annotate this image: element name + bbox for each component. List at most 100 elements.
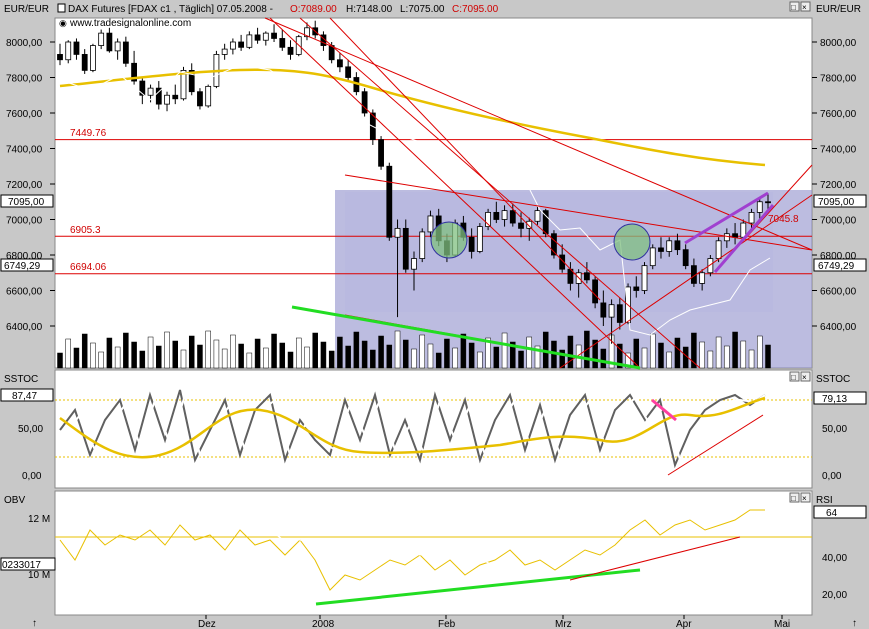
candle	[197, 91, 203, 107]
candle	[600, 302, 607, 318]
volume-bar	[328, 350, 335, 369]
volume-bar	[312, 332, 318, 369]
volume-bar	[106, 337, 113, 369]
candle	[419, 231, 426, 259]
marker-right: 6749,29	[818, 261, 855, 272]
volume-bar	[337, 336, 343, 369]
price-axis-right: 8000,00 7800,00 7600,00 7400,00 7200,00 7000,…	[812, 38, 857, 333]
candle	[509, 210, 516, 224]
candle	[427, 215, 434, 233]
volume-bar	[403, 339, 409, 369]
candle	[386, 165, 393, 238]
svg-text:×: ×	[802, 3, 807, 12]
volume-bar	[477, 351, 483, 369]
volume-bar	[188, 335, 195, 369]
candle	[229, 41, 236, 50]
candle	[649, 247, 656, 267]
svg-text:□: □	[791, 494, 796, 503]
obv-title: OBV	[4, 495, 25, 506]
candle	[411, 258, 417, 270]
svg-text:×: ×	[802, 494, 807, 503]
candle	[641, 265, 648, 291]
obv-value: 0233017	[2, 560, 41, 571]
volume-bar	[147, 336, 154, 369]
volume-bar	[518, 350, 524, 369]
volume-bar	[649, 333, 656, 369]
candle	[254, 34, 261, 41]
instrument-icon[interactable]	[57, 3, 66, 13]
volume-bar	[238, 343, 244, 369]
candle	[65, 41, 72, 61]
price-tick-right: 6600,00	[820, 287, 857, 298]
candle	[81, 54, 88, 71]
volume-bar	[139, 350, 146, 369]
volume-bar	[180, 349, 187, 369]
candle	[90, 45, 96, 71]
candle	[633, 286, 640, 291]
price-tick-left: 6400,00	[6, 322, 43, 333]
volume-bar	[666, 351, 672, 369]
volume-bar	[230, 334, 236, 369]
volume-bar	[378, 335, 384, 369]
price-tick-right: 7600,00	[820, 109, 857, 120]
scroll-arrow-up-left[interactable]: ↑	[32, 618, 37, 629]
candle	[262, 32, 269, 41]
volume-bar	[633, 338, 640, 369]
volume-bar	[361, 340, 368, 369]
candle	[172, 94, 179, 100]
volume-bar	[320, 341, 327, 369]
stoch-tick-right-0: 0,00	[822, 471, 842, 482]
volume-bar	[748, 349, 755, 369]
close-value: C:7095.00	[452, 4, 499, 15]
volume-bar	[263, 347, 269, 369]
volume-bar	[740, 340, 747, 369]
watermark-text: www.tradesignalonline.com	[69, 18, 191, 29]
volume-bar	[493, 346, 500, 369]
volume-bar	[674, 337, 681, 369]
volume-bar	[757, 335, 763, 369]
candle	[122, 41, 129, 64]
candle	[756, 201, 763, 213]
high-value: H:7148.00	[346, 4, 393, 15]
volume-bar	[221, 348, 228, 369]
volume-bar	[419, 334, 425, 369]
obv-tick-10m: 10 M	[28, 570, 50, 581]
volume-bar	[411, 348, 417, 369]
candle	[468, 236, 475, 252]
level-label-1: 7449.76	[70, 128, 107, 139]
currency-left: EUR/EUR	[4, 4, 49, 15]
level-label-3: 6694.06	[70, 262, 107, 273]
candle	[682, 249, 689, 267]
scroll-arrow-up-right[interactable]: ↑	[852, 618, 857, 629]
candle	[378, 139, 384, 167]
candle	[402, 227, 409, 270]
volume-bar	[197, 344, 203, 369]
price-tick-right: 6400,00	[820, 322, 857, 333]
rsi-title: RSI	[816, 495, 833, 506]
volume-bar	[246, 352, 253, 369]
volume-bar	[394, 330, 401, 369]
candle	[732, 233, 738, 238]
price-tick-left: 8000,00	[6, 38, 43, 49]
candle	[147, 87, 154, 96]
volume-bar	[90, 342, 96, 369]
volume-bar	[172, 340, 179, 369]
x-axis-label: Feb	[438, 619, 456, 629]
rsi-tick-40: 40,00	[822, 553, 847, 564]
stoch-value-left: 87,47	[12, 391, 37, 402]
price-tick-right: 7200,00	[820, 180, 857, 191]
volume-bar	[386, 344, 393, 369]
price-tick-right: 7800,00	[820, 74, 857, 85]
price-tick-left: 7400,00	[6, 145, 43, 156]
last-price-left: 7095,00	[8, 197, 45, 208]
candle	[476, 226, 483, 252]
candle	[57, 54, 63, 61]
volume-bar	[707, 350, 714, 369]
obv-panel[interactable]	[54, 490, 813, 616]
volume-bar	[304, 346, 310, 369]
price-tick-right: 8000,00	[820, 38, 857, 49]
price-tick-left: 7800,00	[6, 74, 43, 85]
stoch-value-right: 79,13	[822, 394, 847, 405]
candle	[246, 34, 253, 48]
svg-text:×: ×	[802, 373, 807, 382]
